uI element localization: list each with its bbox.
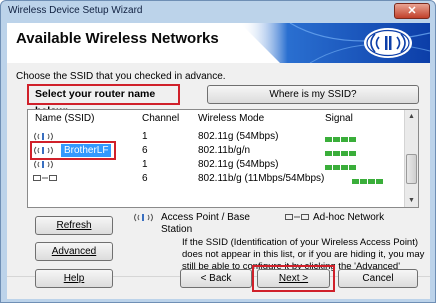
wizard-window: Wireless Device Setup Wizard ✕ Available… (0, 0, 436, 303)
select-router-label: Select your router name below: (27, 84, 180, 117)
list-scrollbar[interactable]: ▲ ▼ (404, 110, 418, 207)
channel-value: 6 (142, 145, 148, 156)
refresh-label: Refresh (56, 220, 92, 231)
back-button[interactable]: < Back (180, 269, 252, 288)
back-label: < Back (200, 273, 232, 284)
access-point-icon (34, 160, 53, 169)
where-is-my-ssid-button[interactable]: Where is my SSID? (207, 85, 419, 104)
channel-value: 6 (142, 173, 148, 184)
network-row-selected[interactable]: BrotherLF 6 802.11b/g/n (28, 141, 406, 160)
next-button[interactable]: Next > (257, 269, 330, 288)
column-name[interactable]: Name (SSID) (35, 110, 94, 127)
cancel-label: Cancel (362, 273, 394, 284)
scroll-up-icon[interactable]: ▲ (405, 110, 418, 123)
ad-hoc-icon (33, 175, 57, 181)
wireless-logo-icon (240, 23, 430, 63)
header-banner: Available Wireless Networks (7, 23, 430, 63)
scroll-down-icon[interactable]: ▼ (405, 194, 418, 207)
where-is-my-ssid-label: Where is my SSID? (269, 89, 357, 100)
access-point-icon (134, 213, 153, 222)
column-signal[interactable]: Signal (325, 110, 353, 127)
access-point-icon (34, 132, 53, 141)
help-button[interactable]: Help (35, 269, 113, 288)
scroll-thumb[interactable] (406, 154, 417, 184)
title-bar: Wireless Device Setup Wizard ✕ (1, 1, 435, 23)
help-label: Help (63, 273, 85, 284)
channel-value: 1 (142, 159, 148, 170)
ssid-name: BrotherLF (61, 144, 112, 157)
window-close-button[interactable]: ✕ (394, 3, 430, 19)
channel-value: 1 (142, 131, 148, 142)
network-list-header: Name (SSID) Channel Wireless Mode Signal (28, 110, 406, 127)
signal-strength-icon (352, 175, 384, 188)
advanced-label: Advanced (51, 246, 97, 257)
access-point-legend: Access Point / Base Station (161, 212, 250, 235)
column-channel[interactable]: Channel (142, 110, 179, 127)
wireless-mode-value: 802.11b/g/n (198, 145, 251, 156)
wizard-body: Available Wireless Networks Choose the S… (7, 23, 430, 299)
network-row[interactable]: 6 802.11b/g (11Mbps/54Mbps) (28, 172, 406, 185)
ad-hoc-icon (285, 214, 309, 220)
window-title: Wireless Device Setup Wizard (8, 5, 143, 16)
page-title: Available Wireless Networks (16, 30, 219, 47)
access-point-icon (34, 146, 53, 155)
column-wireless-mode[interactable]: Wireless Mode (198, 110, 264, 127)
wireless-mode-value: 802.11b/g (11Mbps/54Mbps) (198, 173, 325, 184)
network-row[interactable]: 1 802.11g (54Mbps) (28, 158, 406, 171)
cancel-button[interactable]: Cancel (338, 269, 418, 288)
network-list[interactable]: Name (SSID) Channel Wireless Mode Signal… (27, 109, 419, 208)
next-label: Next > (278, 273, 309, 284)
advanced-button[interactable]: Advanced (35, 242, 113, 261)
ad-hoc-legend: Ad-hoc Network (313, 212, 385, 223)
wireless-mode-value: 802.11g (54Mbps) (198, 131, 279, 142)
refresh-button[interactable]: Refresh (35, 216, 113, 235)
instruction-text: Choose the SSID that you checked in adva… (16, 71, 226, 82)
wireless-mode-value: 802.11g (54Mbps) (198, 159, 279, 170)
